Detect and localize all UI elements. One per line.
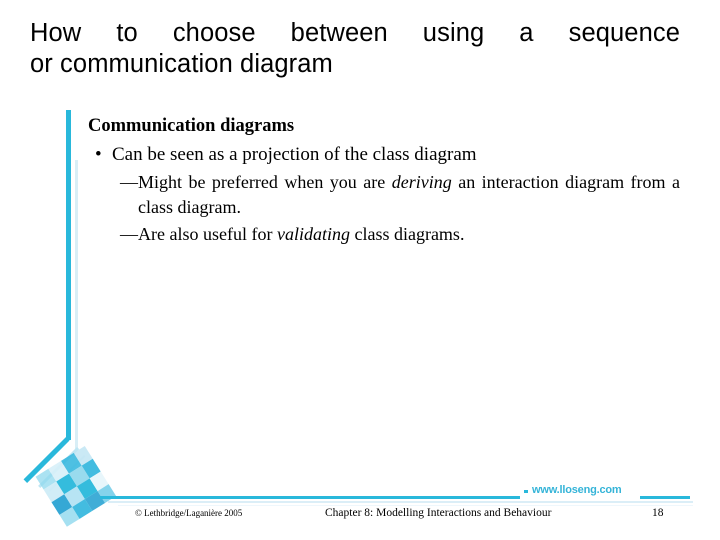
footer-rule-right (640, 496, 690, 499)
sub-bullet-item-1: —Might be preferred when you are derivin… (88, 170, 680, 220)
page-title: How to choose between using a sequence o… (30, 18, 680, 80)
page-number-label: 18 (652, 507, 664, 519)
slide-canvas: How to choose between using a sequence o… (0, 0, 720, 540)
checkered-diamond-decoration (28, 438, 128, 538)
bullet-marker-icon: • (95, 144, 102, 165)
copyright-label: © Lethbridge/Laganière 2005 (135, 508, 243, 518)
sub-bullet-item-2: —Are also useful for validating class di… (88, 222, 680, 247)
sub-bullet-1-emphasis: deriving (391, 172, 452, 192)
sub-bullet-1-prefix: —Might be preferred when you are (120, 172, 392, 192)
bullet-item-1-text: Can be seen as a projection of the class… (112, 144, 477, 165)
footer-rule-pale-secondary (118, 505, 693, 506)
footer-rule-tick (524, 490, 528, 493)
checkered-diamond-icon (35, 446, 117, 527)
left-accent-bar (66, 110, 71, 440)
slide-body: Communication diagrams • Can be seen as a… (88, 114, 680, 249)
bullet-item-1: • Can be seen as a projection of the clas… (88, 142, 680, 168)
chapter-label: Chapter 8: Modelling Interactions and Be… (325, 507, 552, 519)
footer-rule-left (100, 496, 520, 499)
site-url-label: www.lloseng.com (532, 484, 622, 496)
sub-bullet-2-prefix: —Are also useful for (120, 224, 277, 244)
footer-rule-pale (108, 501, 693, 503)
page-title-line-2: or communication diagram (30, 50, 333, 78)
body-heading: Communication diagrams (88, 116, 295, 136)
sub-bullet-2-emphasis: validating (276, 224, 350, 244)
sub-bullet-2-suffix: class diagrams. (349, 224, 465, 244)
page-title-line-1: How to choose between using a sequence (30, 19, 680, 47)
left-accent-bar-pale (75, 160, 78, 450)
